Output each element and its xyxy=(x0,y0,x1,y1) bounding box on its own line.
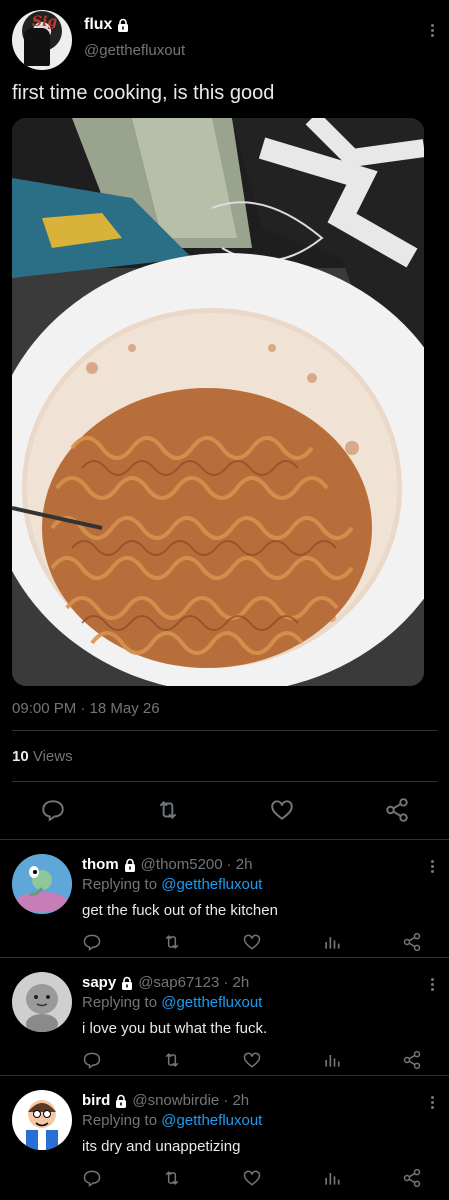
tweet-action-bar xyxy=(40,797,410,823)
more-icon[interactable] xyxy=(427,976,437,996)
analytics-icon[interactable] xyxy=(322,932,342,952)
like-icon[interactable] xyxy=(242,1050,262,1070)
avatar-figure xyxy=(24,28,50,66)
author-handle[interactable]: @getthefluxout xyxy=(84,42,185,59)
reply-text: get the fuck out of the kitchen xyxy=(82,902,278,919)
replying-to: Replying to @getthefluxout xyxy=(82,994,262,1011)
author-name[interactable]: flux xyxy=(84,16,112,34)
reply-icon[interactable] xyxy=(40,797,66,823)
reply-author-handle[interactable]: @sap67123 xyxy=(138,974,219,991)
replying-prefix: Replying to xyxy=(82,1112,158,1129)
divider xyxy=(12,781,437,782)
replying-to: Replying to @getthefluxout xyxy=(82,1112,262,1129)
replying-prefix: Replying to xyxy=(82,876,158,893)
share-icon[interactable] xyxy=(402,1168,422,1188)
reply-time: · 2h xyxy=(226,856,253,873)
noodle-plate-image xyxy=(12,118,424,686)
share-icon[interactable] xyxy=(384,797,410,823)
reply-avatar[interactable] xyxy=(12,972,72,1032)
reply-icon[interactable] xyxy=(82,932,102,952)
reply-text: its dry and unappetizing xyxy=(82,1138,241,1155)
analytics-icon[interactable] xyxy=(322,1168,342,1188)
views-number: 10 xyxy=(12,748,29,765)
reply-author-name[interactable]: bird xyxy=(82,1092,110,1109)
reply-header: bird @snowbirdie · 2h xyxy=(82,1092,249,1109)
retweet-icon[interactable] xyxy=(162,1168,182,1188)
reply-text: i love you but what the fuck. xyxy=(82,1020,268,1037)
tweet-header: Sig flux @getthefluxout xyxy=(12,10,437,70)
reply-time: · 2h xyxy=(223,1092,250,1109)
retweet-icon[interactable] xyxy=(162,1050,182,1070)
reply-action-bar xyxy=(82,1168,422,1188)
reply-icon[interactable] xyxy=(82,1168,102,1188)
reply-author-handle[interactable]: @snowbirdie xyxy=(132,1092,219,1109)
more-icon[interactable] xyxy=(427,1094,437,1114)
lock-icon xyxy=(122,976,133,990)
tweet-photo[interactable] xyxy=(12,118,424,686)
more-icon[interactable] xyxy=(427,858,437,878)
more-icon[interactable] xyxy=(427,22,437,42)
reply-action-bar xyxy=(82,932,422,952)
share-icon[interactable] xyxy=(402,1050,422,1070)
replying-to: Replying to @getthefluxout xyxy=(82,876,262,893)
retweet-icon[interactable] xyxy=(155,797,181,823)
reply-avatar[interactable] xyxy=(12,854,72,914)
reply-item[interactable]: sapy @sap67123 · 2h Replying to @getthef… xyxy=(0,958,449,1076)
analytics-icon[interactable] xyxy=(322,1050,342,1070)
replying-prefix: Replying to xyxy=(82,994,158,1011)
reply-item[interactable]: thom @thom5200 · 2h Replying to @getthef… xyxy=(0,840,449,958)
tweet-text: first time cooking, is this good xyxy=(12,82,275,104)
replying-to-link[interactable]: @getthefluxout xyxy=(161,876,262,893)
lock-icon xyxy=(124,858,135,872)
author-avatar[interactable]: Sig xyxy=(12,10,72,70)
author-name-row: flux xyxy=(84,16,130,34)
retweet-icon[interactable] xyxy=(162,932,182,952)
like-icon[interactable] xyxy=(242,1168,262,1188)
lock-icon xyxy=(116,1094,127,1108)
reply-time: · 2h xyxy=(223,974,250,991)
lock-icon xyxy=(118,18,129,32)
reply-icon[interactable] xyxy=(82,1050,102,1070)
reply-author-name[interactable]: sapy xyxy=(82,974,116,991)
views-count[interactable]: 10 Views xyxy=(12,748,73,765)
reply-action-bar xyxy=(82,1050,422,1070)
reply-header: sapy @sap67123 · 2h xyxy=(82,974,249,991)
tweet-timestamp[interactable]: 09:00 PM · 18 May 26 xyxy=(12,700,160,717)
reply-author-handle[interactable]: @thom5200 xyxy=(141,856,223,873)
replying-to-link[interactable]: @getthefluxout xyxy=(161,1112,262,1129)
reply-item[interactable]: bird @snowbirdie · 2h Replying to @getth… xyxy=(0,1076,449,1194)
replying-to-link[interactable]: @getthefluxout xyxy=(161,994,262,1011)
views-label: Views xyxy=(32,748,73,765)
divider xyxy=(12,730,437,731)
reply-avatar[interactable] xyxy=(12,1090,72,1150)
share-icon[interactable] xyxy=(402,932,422,952)
like-icon[interactable] xyxy=(242,932,262,952)
avatar-signature-art: Sig xyxy=(32,14,58,30)
reply-header: thom @thom5200 · 2h xyxy=(82,856,252,873)
reply-author-name[interactable]: thom xyxy=(82,856,119,873)
like-icon[interactable] xyxy=(269,797,295,823)
